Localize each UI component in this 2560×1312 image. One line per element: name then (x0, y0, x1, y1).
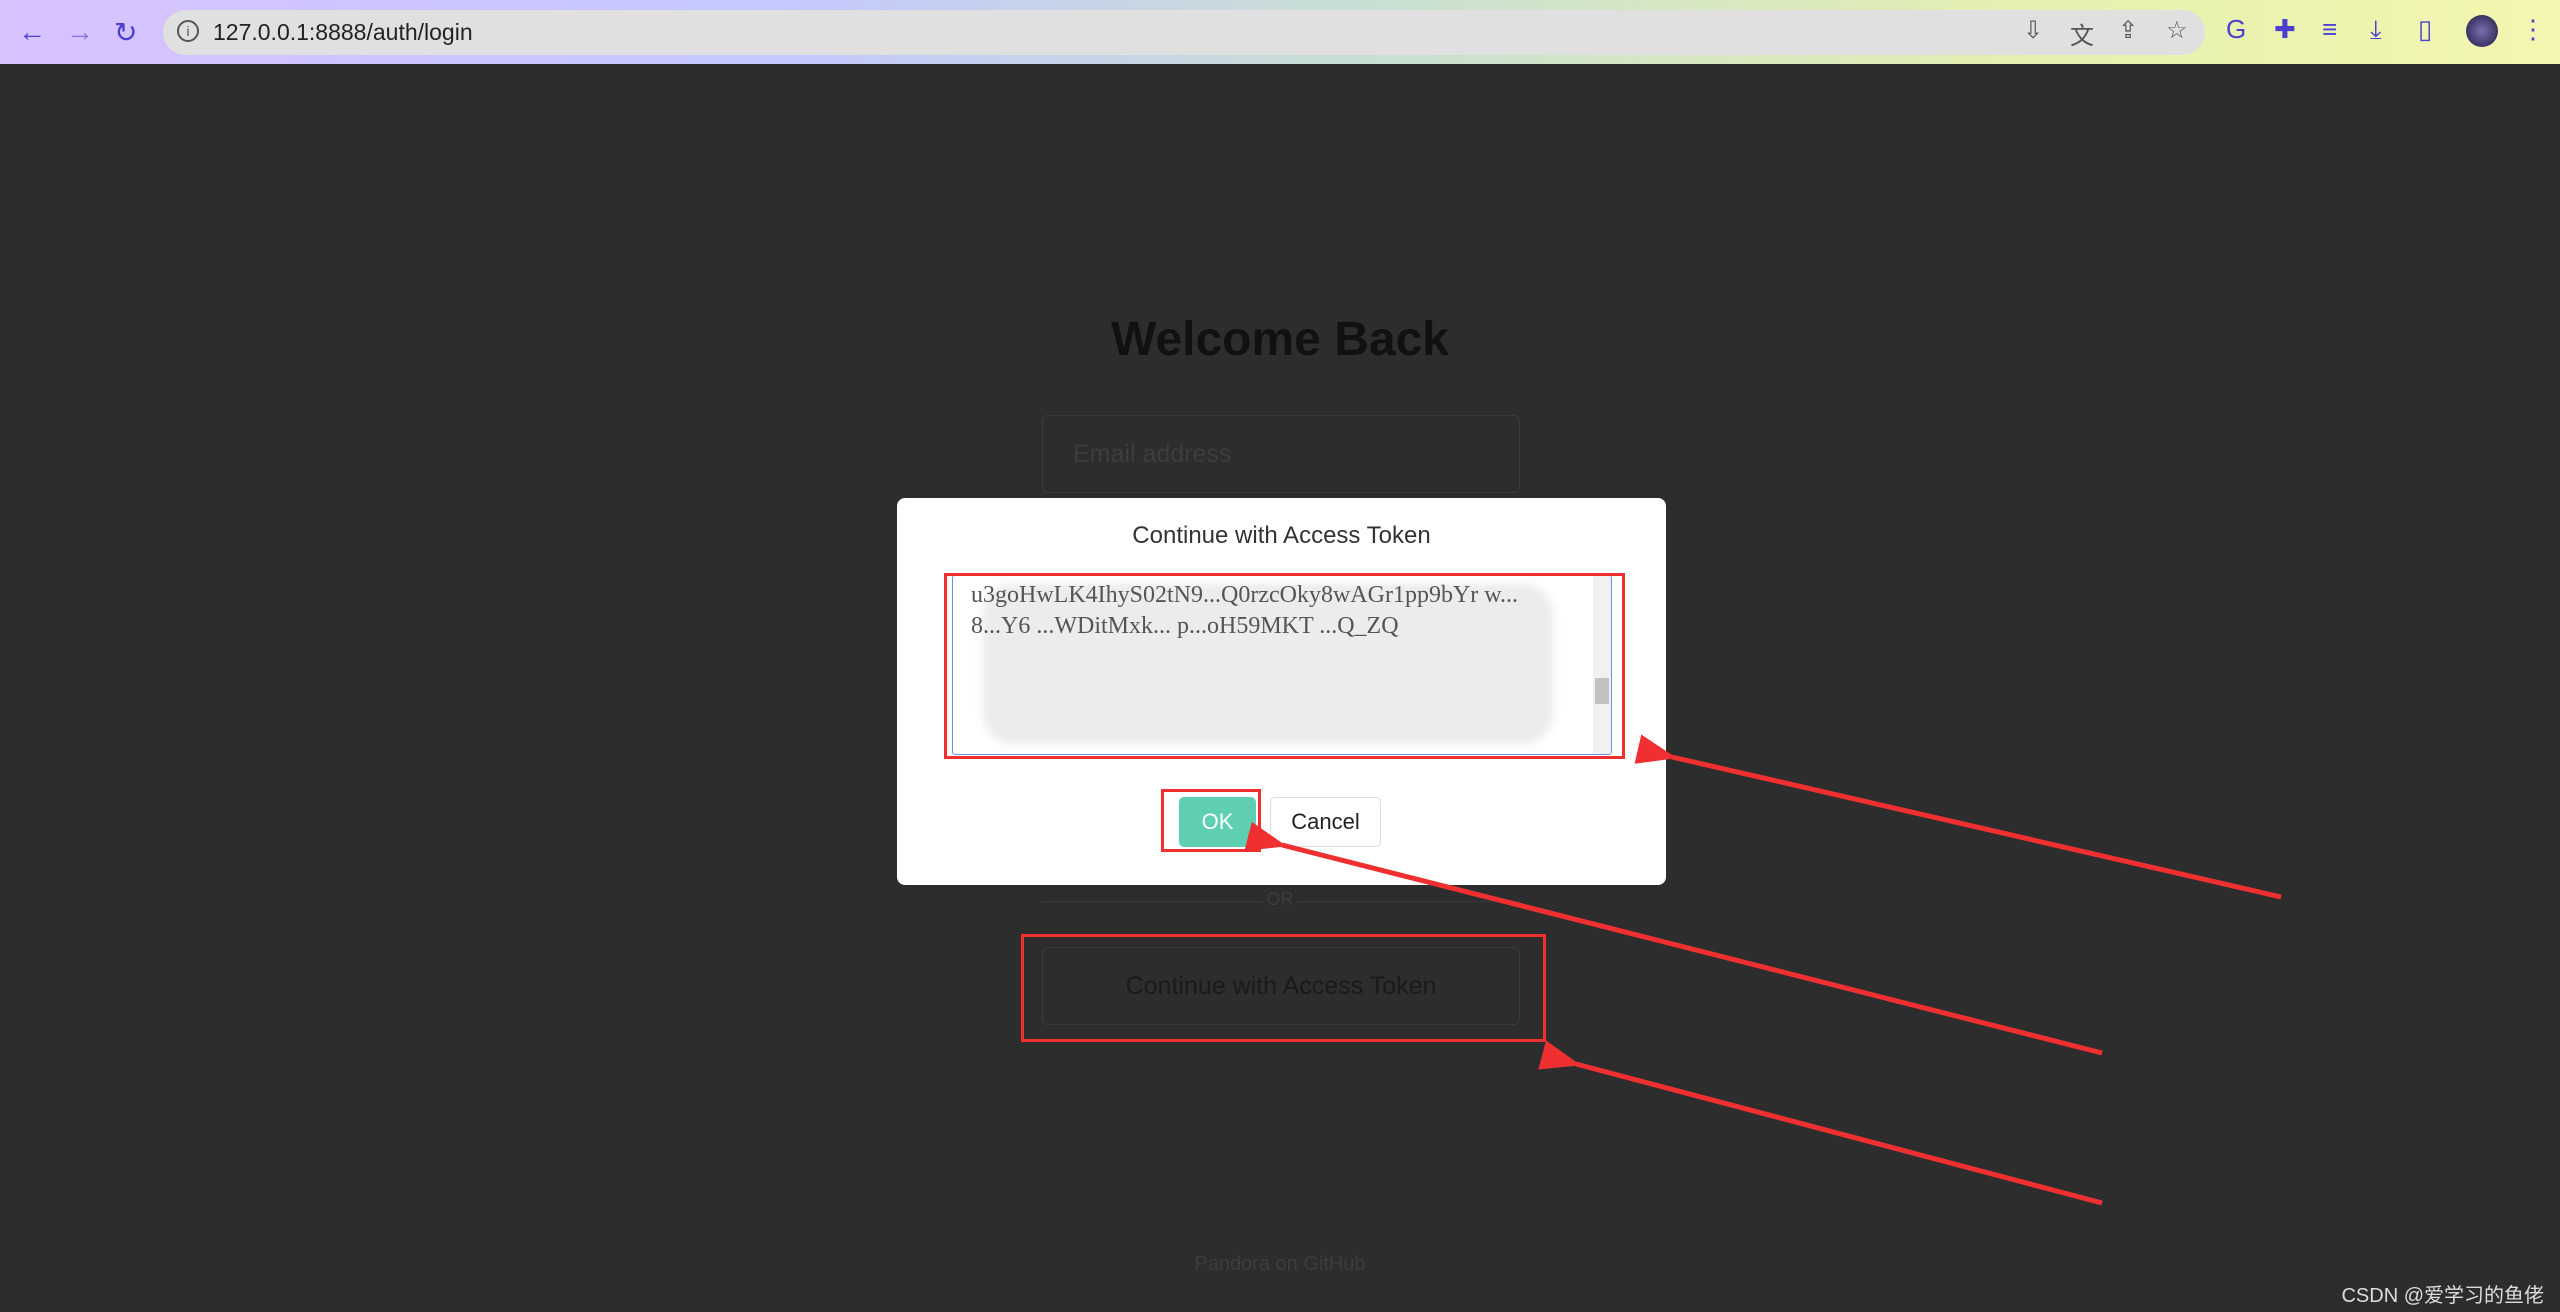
annotation-arrow (1244, 821, 2103, 1056)
scrollbar[interactable] (1593, 576, 1611, 754)
token-textarea[interactable]: u3goHwLK4IhyS02tN9...Q0rzcOky8wAGr1pp9bY… (952, 575, 1612, 755)
annotation-arrow (1538, 1040, 2103, 1206)
annotation-arrow (1634, 734, 2282, 900)
redaction-blur (983, 584, 1553, 744)
